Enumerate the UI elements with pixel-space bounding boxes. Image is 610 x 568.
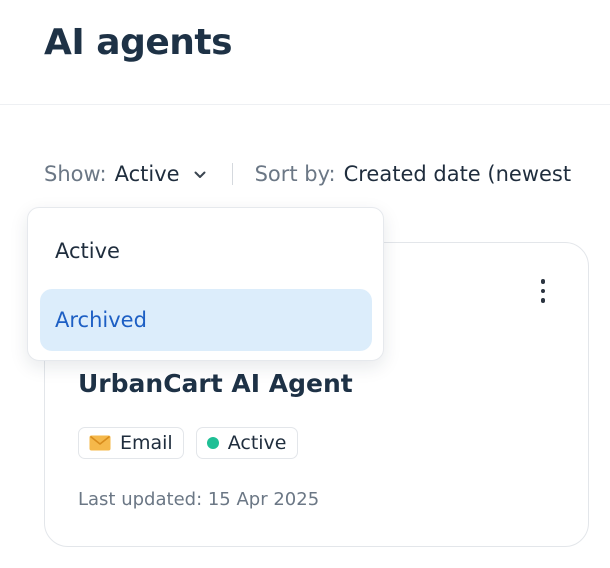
menu-item-active[interactable]: Active <box>40 220 372 282</box>
more-options-icon[interactable] <box>529 273 557 309</box>
channel-tag-label: Email <box>120 432 173 454</box>
sort-by-dropdown[interactable]: Sort by: Created date (newest <box>255 162 572 186</box>
agent-name: UrbanCart AI Agent <box>78 369 353 398</box>
channel-tag-email: Email <box>78 427 184 459</box>
last-updated-text: Last updated: 15 Apr 2025 <box>78 489 320 510</box>
agent-tags: Email Active <box>78 427 298 459</box>
menu-item-archived[interactable]: Archived <box>40 289 372 351</box>
header-divider <box>0 104 610 105</box>
status-dot-icon <box>206 437 219 449</box>
sort-by-value: Created date (newest <box>343 162 572 186</box>
status-badge: Active <box>195 427 298 459</box>
show-filter-value: Active <box>114 162 180 186</box>
envelope-icon <box>89 435 111 451</box>
show-filter-label: Show: <box>44 162 107 186</box>
filter-divider <box>231 163 233 185</box>
show-filter-dropdown[interactable]: Show: Active <box>44 162 206 186</box>
page-title: AI agents <box>44 22 233 63</box>
show-filter-menu: Active Archived <box>27 207 384 361</box>
status-badge-label: Active <box>227 432 287 454</box>
filter-bar: Show: Active Sort by: Created date (newe… <box>44 158 571 190</box>
sort-by-label: Sort by: <box>254 162 336 186</box>
chevron-down-icon <box>194 171 206 179</box>
